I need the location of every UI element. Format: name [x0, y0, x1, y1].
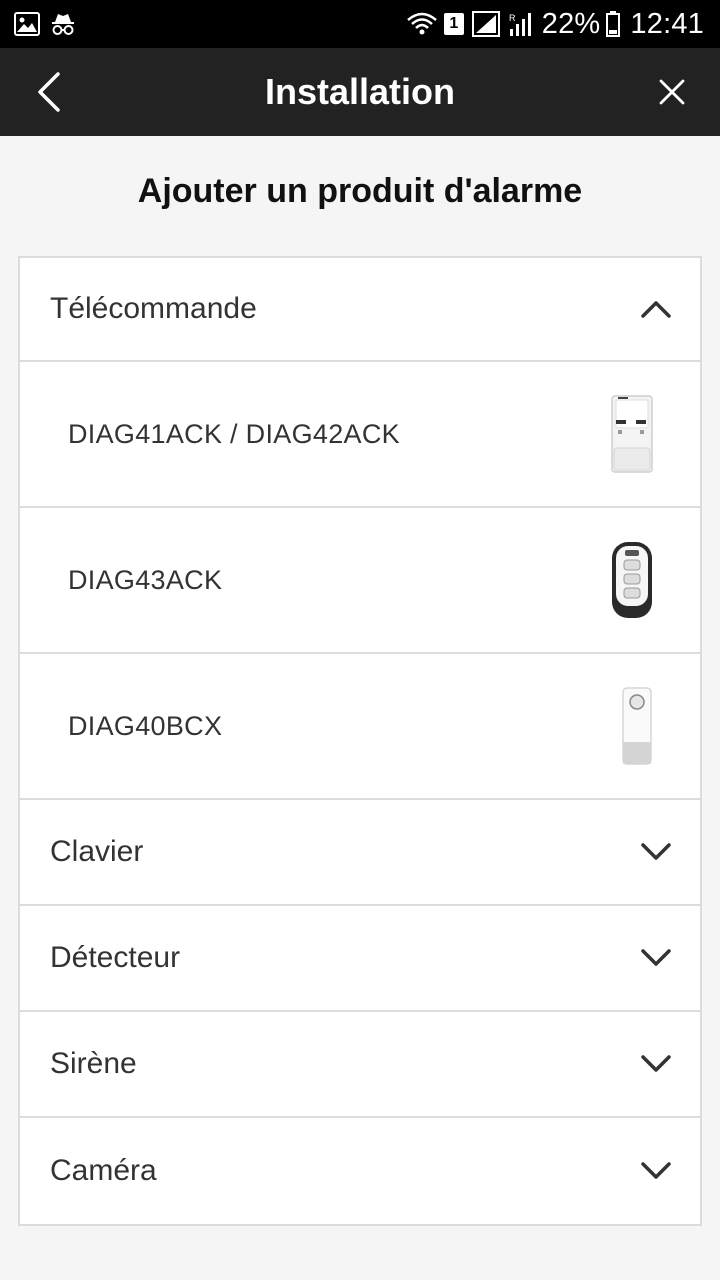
- chevron-down-icon: [641, 1055, 671, 1072]
- product-category-list: Télécommande DIAG41ACK / DIAG42ACK DIAG4…: [18, 256, 702, 1226]
- wifi-icon: [406, 12, 437, 35]
- category-label: Détecteur: [50, 941, 181, 974]
- back-button[interactable]: [22, 66, 74, 118]
- category-label: Sirène: [50, 1047, 137, 1080]
- chevron-left-icon: [38, 72, 60, 112]
- keyfob-white-image: [622, 687, 652, 765]
- status-left: [14, 12, 86, 36]
- signal-roaming-icon: R: [509, 13, 531, 36]
- svg-text:R: R: [509, 13, 516, 23]
- close-button[interactable]: [646, 66, 698, 118]
- chevron-down-icon: [641, 949, 671, 966]
- clock: 12:41: [630, 7, 704, 40]
- category-label: Clavier: [50, 835, 144, 868]
- product-row-diag43ack[interactable]: DIAG43ACK: [20, 508, 700, 654]
- category-detecteur[interactable]: Détecteur: [20, 906, 700, 1012]
- category-camera[interactable]: Caméra: [20, 1118, 700, 1224]
- product-label: DIAG40BCX: [68, 710, 223, 741]
- page-title: Installation: [264, 71, 456, 112]
- battery-percentage: 22%: [541, 7, 601, 40]
- gallery-notification-icon: [14, 12, 40, 36]
- status-bar: 1 R 22% 12:41: [0, 0, 720, 48]
- close-icon: [659, 79, 685, 105]
- section-heading: Ajouter un produit d'alarme: [137, 172, 583, 210]
- product-row-diag41ack-diag42ack[interactable]: DIAG41ACK / DIAG42ACK: [20, 362, 700, 508]
- chevron-up-icon: [641, 301, 671, 318]
- keyfob-panel-image: [611, 395, 653, 473]
- incognito-icon: [52, 14, 74, 35]
- chevron-down-icon: [641, 1162, 671, 1179]
- category-label: Télécommande: [50, 292, 257, 325]
- category-clavier[interactable]: Clavier: [20, 800, 700, 906]
- product-label: DIAG43ACK: [68, 564, 223, 595]
- category-label: Caméra: [50, 1154, 157, 1187]
- keyfob-black-image: [612, 542, 652, 618]
- sim-badge: 1: [443, 13, 464, 35]
- product-row-diag40bcx[interactable]: DIAG40BCX: [20, 654, 700, 800]
- signal-sim1-icon: [471, 11, 500, 37]
- chevron-down-icon: [641, 843, 671, 860]
- battery-icon: [606, 11, 621, 37]
- category-sirene[interactable]: Sirène: [20, 1012, 700, 1118]
- category-telecommande[interactable]: Télécommande: [20, 258, 700, 362]
- app-bar: Installation: [0, 48, 720, 136]
- status-right: 1 R 22% 12:41: [398, 8, 704, 41]
- product-label: DIAG41ACK / DIAG42ACK: [68, 418, 400, 449]
